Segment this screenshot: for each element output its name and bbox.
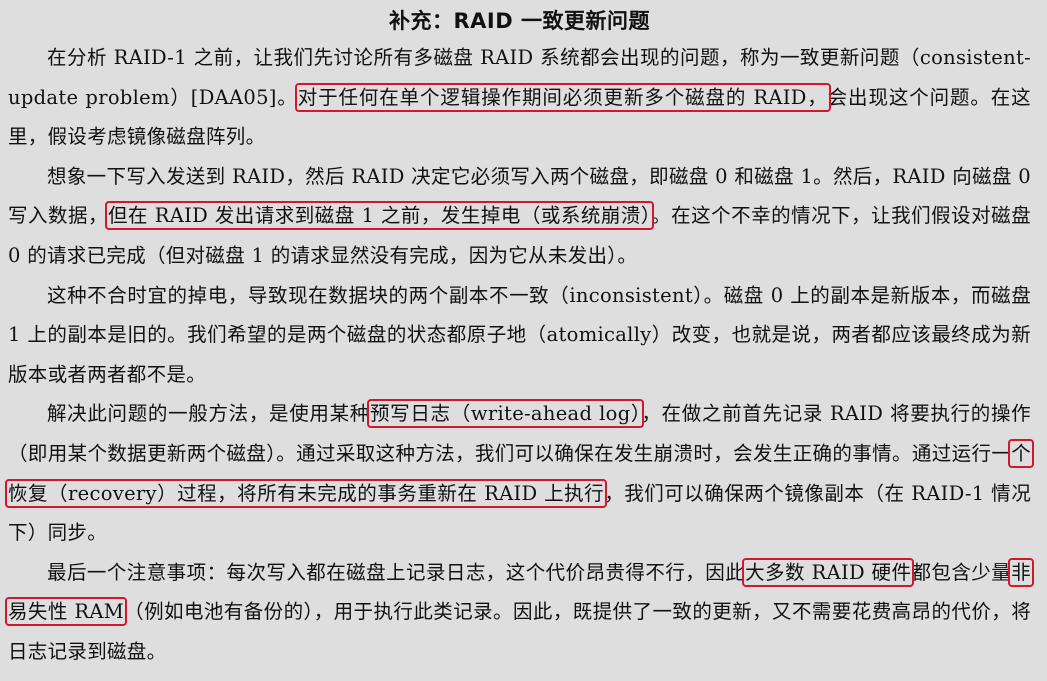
highlight-box-2: 但在 RAID 发出请求到磁盘 1 之前，发生掉电（或系统崩溃）: [105, 201, 655, 231]
highlight-box-1: 对于任何在单个逻辑操作期间必须更新多个磁盘的 RAID，: [294, 82, 831, 112]
highlight-box-3: 预写日志（write-ahead log）: [366, 399, 645, 429]
paragraph-4: 解决此问题的一般方法，是使用某种预写日志（write-ahead log），在做…: [5, 394, 1034, 552]
paragraph-5-text-b: 都包含少量: [911, 560, 1012, 584]
paragraph-5: 最后一个注意事项：每次写入都在磁盘上记录日志，这个代价昂贵得不行，因此大多数 R…: [5, 553, 1034, 672]
paragraph-5-text-c: （例如电池有备份的），用于执行此类记录。因此，既提供了一致的更新，又不需要花费高…: [8, 600, 1031, 663]
paragraph-5-text-a: 最后一个注意事项：每次写入都在磁盘上记录日志，这个代价昂贵得不行，因此: [47, 560, 746, 584]
highlight-box-5: 大多数 RAID 硬件: [742, 557, 915, 587]
document-page: 补充：RAID 一致更新问题 在分析 RAID-1 之前，让我们先讨论所有多磁盘…: [0, 0, 1047, 681]
paragraph-3-text-a: 这种不合时宜的掉电，导致现在数据块的两个副本不一致（inconsistent）。…: [8, 283, 1031, 386]
paragraph-4-text-a: 解决此问题的一般方法，是使用某种: [47, 402, 370, 426]
paragraph-3: 这种不合时宜的掉电，导致现在数据块的两个副本不一致（inconsistent）。…: [8, 276, 1031, 395]
section-title: 补充：RAID 一致更新问题: [389, 9, 650, 33]
paragraph-2: 想象一下写入发送到 RAID，然后 RAID 决定它必须写入两个磁盘，即磁盘 0…: [8, 157, 1031, 276]
paragraph-1: 在分析 RAID-1 之前，让我们先讨论所有多磁盘 RAID 系统都会出现的问题…: [8, 38, 1031, 157]
